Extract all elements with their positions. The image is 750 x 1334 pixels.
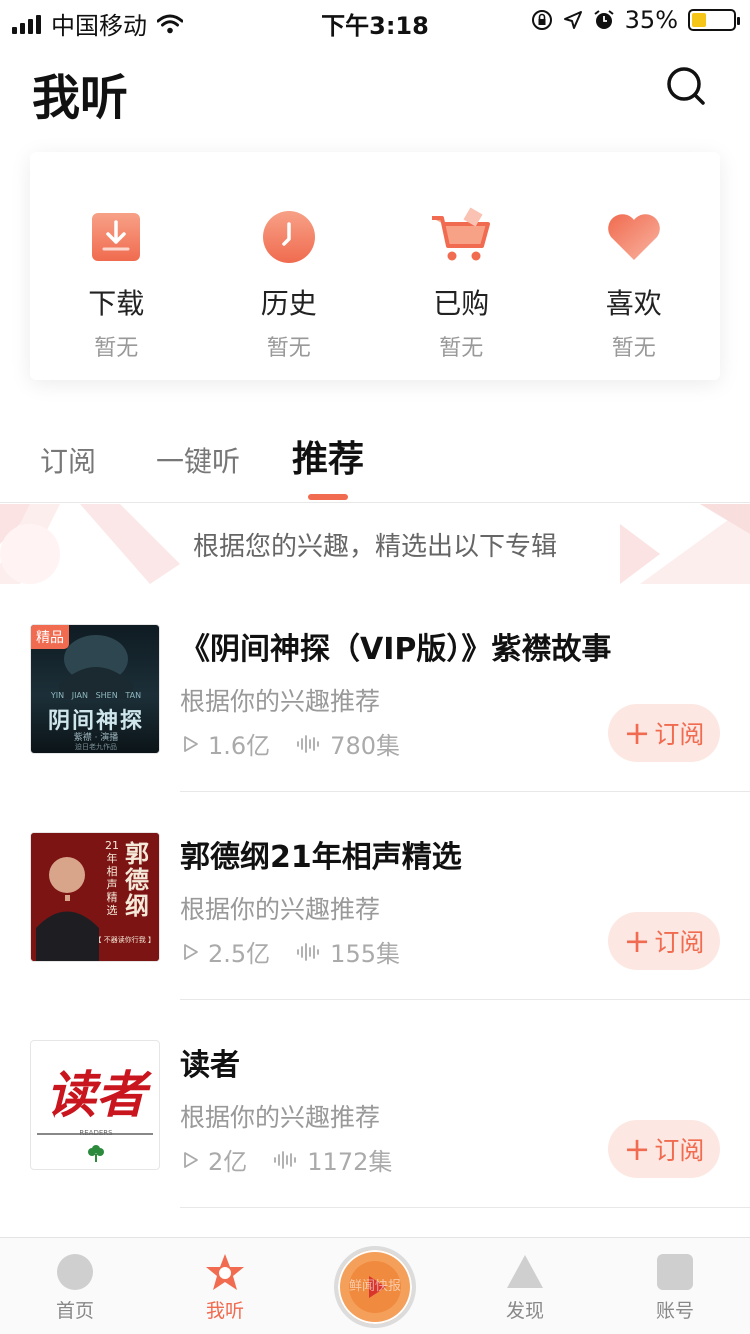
album-title[interactable]: 读者	[180, 1040, 240, 1084]
album-title[interactable]: 《阴间神探（VIP版）》紫襟故事	[180, 624, 611, 668]
cart-icon	[432, 207, 491, 261]
subscribe-button[interactable]: + 订阅	[608, 704, 720, 762]
tab-recommended[interactable]: 推荐	[292, 430, 364, 482]
album-item[interactable]: 郭德纲 21年相声精选 【 不器读你行我 】 郭德纲21年相声精选 根据你的兴趣…	[0, 792, 750, 1000]
rotation-lock-icon	[531, 10, 552, 30]
subscribe-label: 订阅	[654, 720, 705, 749]
battery-level	[692, 13, 706, 27]
album-episodes: 1172集	[307, 1148, 393, 1176]
quick-sub: 暂无	[266, 336, 311, 361]
album-item[interactable]: 精品 YIN JIAN SHEN TAN 阴间神探 紫襟 · 演播 迫日老九作品…	[0, 584, 750, 792]
subscribe-label: 订阅	[654, 1136, 705, 1165]
cover-sub: READERS	[79, 1129, 113, 1137]
cover-pinyin: YIN JIAN SHEN TAN	[50, 691, 142, 700]
album-stats: 2.5亿 155集	[182, 934, 400, 969]
album-reason: 根据你的兴趣推荐	[180, 895, 381, 924]
page-title: 我听	[32, 70, 129, 126]
news-flash-label: 鲜闻快报	[348, 1279, 401, 1294]
nav-my-listen[interactable]: 我听	[175, 1252, 275, 1323]
clock-icon	[262, 211, 315, 263]
cover-sub: 21年相声精选	[105, 839, 119, 917]
triangle-icon	[507, 1255, 543, 1288]
cover-note: 【 不器读你行我 】	[94, 936, 155, 944]
tab-one-click-listen[interactable]: 一键听	[156, 440, 240, 480]
quick-sub: 暂无	[439, 336, 484, 361]
quick-item-download[interactable]: 下载 暂无	[30, 152, 203, 380]
search-button[interactable]	[662, 62, 710, 110]
play-count-icon	[184, 735, 198, 752]
nav-news-flash[interactable]: 鲜闻快报	[334, 1246, 416, 1328]
album-title[interactable]: 郭德纲21年相声精选	[180, 832, 462, 876]
subscribe-button[interactable]: + 订阅	[608, 1120, 720, 1178]
cover-title: 读者	[46, 1065, 146, 1124]
quick-item-favorites[interactable]: 喜欢 暂无	[548, 152, 721, 380]
status-bar: 中国移动 下午3:18 35%	[0, 0, 750, 40]
alarm-icon	[594, 10, 614, 29]
status-right: 35%	[531, 6, 740, 34]
subscribe-button[interactable]: + 订阅	[608, 912, 720, 970]
tab-subscriptions[interactable]: 订阅	[40, 440, 96, 480]
nav-home[interactable]: 首页	[25, 1252, 125, 1323]
quick-label: 历史	[260, 287, 317, 320]
album-item[interactable]: 读者 READERS 读者 根据你的兴趣推荐 2亿 1172集 + 订阅	[0, 1000, 750, 1208]
subscribe-label: 订阅	[654, 928, 705, 957]
episodes-icon	[274, 1150, 297, 1169]
account-icon	[657, 1254, 693, 1290]
play-count-icon	[184, 943, 198, 960]
episodes-icon	[297, 942, 320, 961]
location-icon	[563, 11, 582, 29]
plus-icon: +	[623, 922, 651, 960]
search-icon	[667, 67, 705, 105]
quick-item-purchased[interactable]: 已购 暂无	[375, 152, 548, 380]
bottom-nav: 首页 我听 鲜闻快报 发现 账号	[0, 1237, 750, 1334]
quick-label: 喜欢	[605, 287, 662, 320]
album-cover: 精品 YIN JIAN SHEN TAN 阴间神探 紫襟 · 演播 迫日老九作品	[30, 624, 160, 754]
album-plays: 1.6亿	[208, 732, 271, 760]
album-stats: 2亿 1172集	[182, 1142, 392, 1177]
nav-label: 账号	[655, 1300, 694, 1322]
album-stats: 1.6亿 780集	[182, 726, 400, 761]
album-episodes: 155集	[330, 940, 400, 968]
album-reason: 根据你的兴趣推荐	[180, 687, 381, 716]
album-plays: 2.5亿	[208, 940, 271, 968]
banner-text: 根据您的兴趣，精选出以下专辑	[192, 532, 557, 562]
nav-label: 首页	[55, 1300, 94, 1322]
download-icon	[92, 213, 141, 261]
quick-sub: 暂无	[94, 336, 139, 361]
play-count-icon	[184, 1151, 198, 1168]
battery-icon	[688, 9, 740, 31]
album-cover: 郭德纲 21年相声精选 【 不器读你行我 】	[30, 832, 160, 962]
recommend-banner: 根据您的兴趣，精选出以下专辑	[0, 504, 750, 584]
battery-percent: 35%	[624, 6, 678, 34]
album-cover: 读者 READERS	[30, 1040, 160, 1170]
album-episodes: 780集	[330, 732, 400, 760]
cover-title: 郭德纲	[125, 840, 149, 920]
cover-note: 迫日老九作品	[75, 743, 117, 751]
quick-sub: 暂无	[611, 336, 656, 361]
tab-strip: 订阅 一键听 推荐	[0, 420, 750, 503]
album-plays: 2亿	[208, 1148, 248, 1176]
divider	[180, 1207, 750, 1208]
nav-account[interactable]: 账号	[625, 1252, 725, 1323]
plus-icon: +	[623, 714, 651, 752]
nav-discover[interactable]: 发现	[475, 1252, 575, 1323]
quick-item-history[interactable]: 历史 暂无	[203, 152, 376, 380]
quick-label: 已购	[433, 287, 490, 320]
active-tab-indicator	[308, 494, 348, 500]
leaf-logo-icon	[88, 1145, 104, 1162]
episodes-icon	[297, 734, 320, 753]
nav-label: 我听	[205, 1300, 244, 1322]
plus-icon: +	[623, 1130, 651, 1168]
cover-badge: 精品	[31, 625, 69, 649]
album-reason: 根据你的兴趣推荐	[180, 1103, 381, 1132]
star-icon	[206, 1254, 244, 1290]
heart-icon	[607, 214, 660, 260]
nav-label: 发现	[505, 1300, 544, 1322]
quick-label: 下载	[88, 287, 145, 320]
quick-access-card: 下载 暂无 历史 暂无 已购 暂无 喜欢 暂无	[30, 152, 720, 380]
home-icon	[57, 1254, 93, 1290]
